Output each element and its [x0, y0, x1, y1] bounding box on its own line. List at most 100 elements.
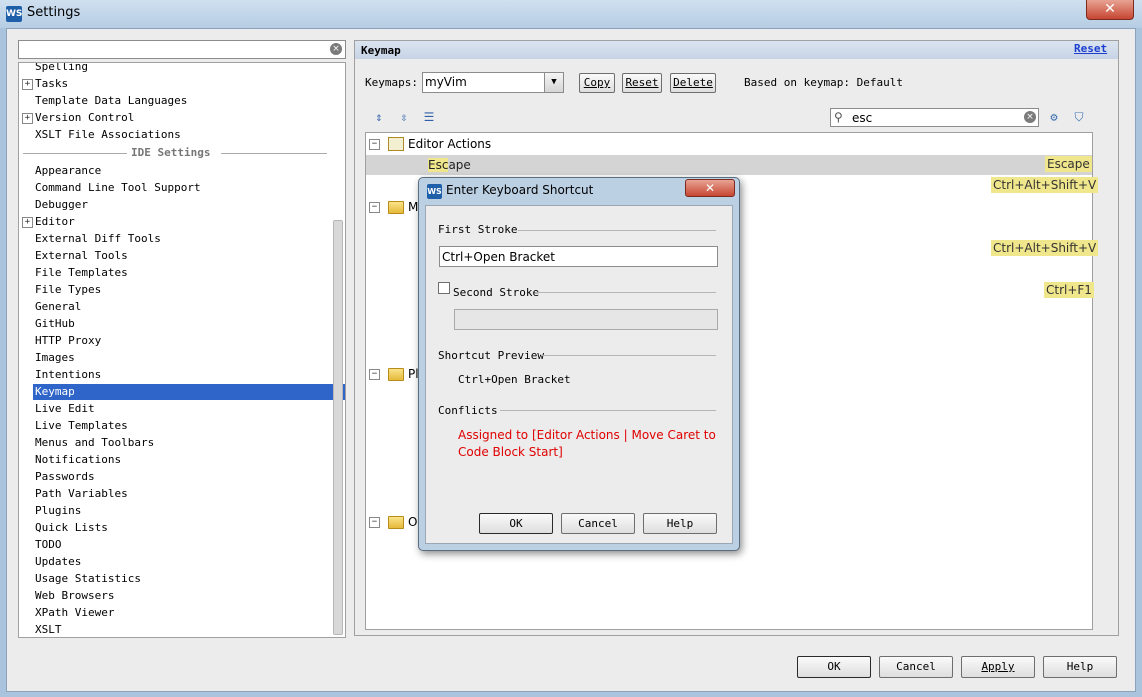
settings-item-usage-statistics[interactable]: Usage Statistics	[35, 571, 141, 587]
settings-item-template-data-languages[interactable]: Template Data Languages	[35, 93, 187, 109]
settings-item-live-edit[interactable]: Live Edit	[35, 401, 95, 417]
divider	[542, 355, 716, 356]
dialog-close-button[interactable]: ✕	[685, 179, 735, 197]
second-stroke-input[interactable]	[454, 309, 718, 330]
divider	[500, 410, 716, 411]
clear-search-icon[interactable]: ×	[330, 43, 342, 55]
divider	[518, 230, 716, 231]
find-shortcut-icon[interactable]: ⚙	[1046, 109, 1062, 125]
settings-item-spelling[interactable]: Spelling	[35, 63, 88, 75]
settings-item-xslt-file-associations[interactable]: XSLT File Associations	[35, 127, 181, 143]
settings-item-web-browsers[interactable]: Web Browsers	[35, 588, 114, 604]
dialog-help-button[interactable]: Help	[643, 513, 717, 534]
settings-tree-scrollbar[interactable]	[333, 220, 343, 635]
collapse-icon[interactable]: −	[369, 139, 380, 150]
show-tree-icon[interactable]: ☰	[421, 109, 437, 125]
tree-row-main-menu[interactable]: M	[408, 198, 418, 216]
tree-row-editor-actions[interactable]: Editor Actions	[408, 135, 491, 153]
section-label: IDE Settings	[131, 146, 211, 159]
second-stroke-checkbox[interactable]	[438, 282, 450, 294]
settings-item-version-control[interactable]: Version Control	[35, 110, 134, 126]
delete-button[interactable]: Delete	[670, 73, 716, 93]
settings-item-live-templates[interactable]: Live Templates	[35, 418, 128, 434]
webstorm-app-icon: WS	[427, 184, 442, 199]
settings-item-github[interactable]: GitHub	[35, 316, 75, 332]
tree-row-escape[interactable]: Escape	[428, 156, 471, 174]
expand-icon[interactable]: +	[22, 217, 33, 228]
clear-filter-icon[interactable]: ×	[1024, 111, 1036, 123]
keymaps-label: Keymaps:	[365, 76, 418, 89]
settings-item-external-diff-tools[interactable]: External Diff Tools	[35, 231, 161, 247]
settings-item-intentions[interactable]: Intentions	[35, 367, 101, 383]
clear-filtering-icon[interactable]: ⛉	[1071, 109, 1087, 125]
collapse-icon[interactable]: −	[369, 202, 380, 213]
panel-title: Keymap	[361, 44, 401, 57]
based-on-label: Based on keymap: Default	[744, 76, 903, 89]
second-stroke-label: Second Stroke	[453, 286, 540, 299]
collapse-icon[interactable]: −	[369, 517, 380, 528]
keymap-select[interactable]: myVim	[422, 72, 564, 93]
settings-item-images[interactable]: Images	[35, 350, 75, 366]
settings-item-xpath-viewer[interactable]: XPath Viewer	[35, 605, 114, 621]
tree-row-other[interactable]: O	[408, 513, 417, 531]
dialog-cancel-button[interactable]: Cancel	[561, 513, 635, 534]
cancel-button[interactable]: Cancel	[879, 656, 953, 678]
shortcut-preview-value: Ctrl+Open Bracket	[458, 373, 571, 386]
settings-item-xslt[interactable]: XSLT	[35, 622, 62, 637]
settings-item-tasks[interactable]: Tasks	[35, 76, 68, 92]
settings-item-notifications[interactable]: Notifications	[35, 452, 121, 468]
shortcut-2: Ctrl+Alt+Shift+V	[991, 240, 1099, 256]
collapse-icon[interactable]: −	[369, 369, 380, 380]
help-button[interactable]: Help	[1043, 656, 1117, 678]
reset-button[interactable]: Reset	[622, 73, 662, 93]
shortcut-1: Ctrl+Alt+Shift+V	[991, 177, 1099, 193]
divider	[23, 153, 127, 154]
settings-item-plugins[interactable]: Plugins	[35, 503, 81, 519]
ide-settings-section: IDE Settings	[19, 145, 345, 161]
header-reset-link[interactable]: Reset	[1074, 42, 1107, 55]
settings-item-quick-lists[interactable]: Quick Lists	[35, 520, 108, 536]
first-stroke-input[interactable]	[439, 246, 718, 267]
expand-icon[interactable]: +	[22, 79, 33, 90]
conflict-message: Assigned to [Editor Actions | Move Caret…	[458, 428, 716, 459]
settings-item-todo[interactable]: TODO	[35, 537, 62, 553]
settings-item-appearance[interactable]: Appearance	[35, 163, 101, 179]
settings-item-passwords[interactable]: Passwords	[35, 469, 95, 485]
settings-tree[interactable]: Spelling + Tasks Template Data Languages + Ve…	[18, 62, 346, 638]
apply-button[interactable]: Apply	[961, 656, 1035, 678]
settings-search-input[interactable]	[18, 40, 346, 59]
ok-button[interactable]: OK	[797, 656, 871, 678]
expand-icon[interactable]: +	[22, 113, 33, 124]
first-stroke-label: First Stroke	[438, 223, 518, 236]
settings-item-menus-and-toolbars[interactable]: Menus and Toolbars	[35, 435, 154, 451]
shortcut-escape: Escape	[1045, 156, 1092, 172]
settings-item-path-variables[interactable]: Path Variables	[35, 486, 128, 502]
settings-item-http-proxy[interactable]: HTTP Proxy	[35, 333, 101, 349]
collapse-all-icon[interactable]: ⇳	[396, 109, 412, 125]
match-highlight: Esc	[428, 158, 449, 172]
settings-item-external-tools[interactable]: External Tools	[35, 248, 128, 264]
filter-text: esc	[852, 111, 873, 125]
settings-item-updates[interactable]: Updates	[35, 554, 81, 570]
tree-row-selected[interactable]	[366, 155, 1092, 175]
copy-button[interactable]: Copy	[579, 73, 615, 93]
window-title: Settings	[27, 5, 81, 20]
chevron-down-icon[interactable]: ▼	[544, 73, 563, 92]
settings-item-file-types[interactable]: File Types	[35, 282, 101, 298]
divider	[221, 153, 327, 154]
settings-item-editor[interactable]: Editor	[35, 214, 75, 230]
tree-row-plugins[interactable]: Pl	[408, 365, 419, 383]
match-rest: ape	[448, 158, 471, 172]
folder-icon	[388, 201, 404, 214]
folder-icon	[388, 368, 404, 381]
dialog-ok-button[interactable]: OK	[479, 513, 553, 534]
settings-item-file-templates[interactable]: File Templates	[35, 265, 128, 281]
settings-item-keymap[interactable]: Keymap	[33, 384, 345, 400]
shortcut-preview-label: Shortcut Preview	[438, 349, 544, 362]
window-close-button[interactable]: ✕	[1086, 0, 1134, 20]
settings-item-debugger[interactable]: Debugger	[35, 197, 88, 213]
expand-all-icon[interactable]: ⇕	[371, 109, 387, 125]
settings-item-command-line-tool-support[interactable]: Command Line Tool Support	[35, 180, 201, 196]
folder-icon	[388, 516, 404, 529]
settings-item-general[interactable]: General	[35, 299, 81, 315]
